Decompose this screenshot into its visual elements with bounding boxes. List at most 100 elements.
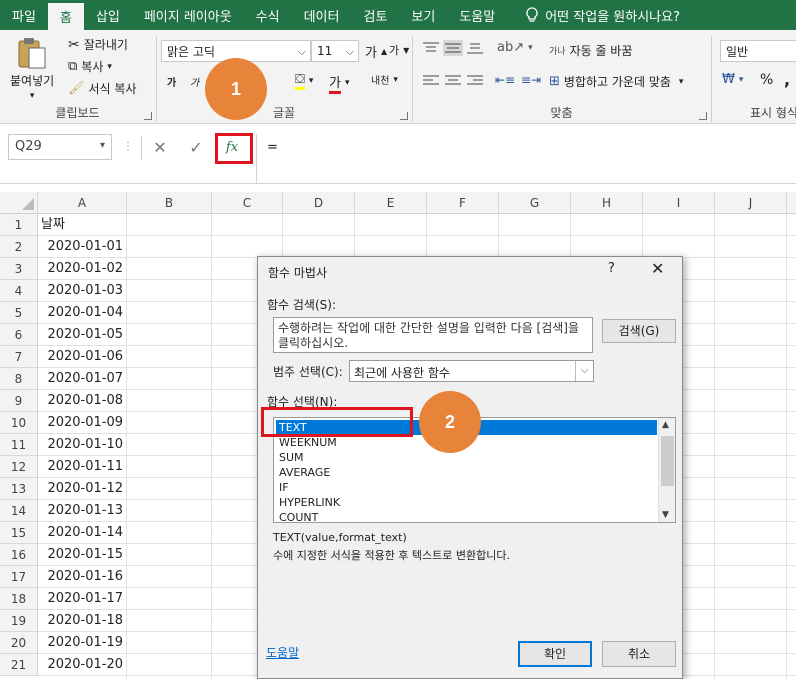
fill-color-button[interactable]: ⛋ ▾	[295, 72, 313, 90]
date-cell[interactable]: 2020-01-06	[38, 346, 126, 368]
column-header-j[interactable]: J	[715, 192, 787, 214]
formula-input[interactable]: =	[256, 134, 796, 184]
row-header[interactable]: 14	[0, 500, 38, 522]
font-color-button[interactable]: 가 ▾	[329, 72, 350, 94]
cut-button[interactable]: ✂ 잘라내기	[68, 36, 128, 53]
row-header[interactable]: 18	[0, 588, 38, 610]
date-cell[interactable]: 2020-01-07	[38, 368, 126, 390]
function-item-weeknum[interactable]: WEEKNUM	[279, 435, 337, 450]
clipboard-launcher-icon[interactable]	[144, 112, 152, 120]
date-cell[interactable]: 2020-01-19	[38, 632, 126, 654]
accounting-format-button[interactable]: ₩ ▾	[722, 72, 743, 87]
tab-formulas[interactable]: 수식	[244, 0, 292, 30]
tab-file[interactable]: 파일	[0, 0, 48, 30]
merge-center-button[interactable]: ⊞ 병합하고 가운데 맞춤 ▾	[549, 73, 683, 90]
tab-review[interactable]: 검토	[351, 0, 399, 30]
paste-dropdown-icon[interactable]: ▾	[30, 91, 35, 101]
tab-help[interactable]: 도움말	[447, 0, 507, 30]
align-center-icon[interactable]	[445, 75, 461, 87]
name-box[interactable]: Q29 ▾	[8, 134, 112, 160]
increase-font-button[interactable]: 가 ▲	[365, 42, 387, 61]
percent-button[interactable]: %	[760, 72, 773, 88]
decrease-font-button[interactable]: 가 ▼	[389, 42, 409, 58]
date-cell[interactable]: 2020-01-10	[38, 434, 126, 456]
function-item-average[interactable]: AVERAGE	[279, 465, 330, 480]
date-cell[interactable]: 2020-01-16	[38, 566, 126, 588]
category-select[interactable]: 최근에 사용한 함수 ⌵	[349, 360, 594, 382]
tab-view[interactable]: 보기	[399, 0, 447, 30]
row-header[interactable]: 1	[0, 214, 38, 236]
function-item-count[interactable]: COUNT	[279, 510, 318, 522]
row-header[interactable]: 9	[0, 390, 38, 412]
column-header-k[interactable]	[787, 192, 796, 214]
paste-button[interactable]: 붙여넣기 ▾	[10, 36, 54, 101]
date-cell[interactable]: 2020-01-12	[38, 478, 126, 500]
tab-insert[interactable]: 삽입	[84, 0, 132, 30]
column-header-d[interactable]: D	[283, 192, 355, 214]
copy-dropdown-icon[interactable]: ▾	[107, 62, 112, 72]
date-cell[interactable]: 2020-01-03	[38, 280, 126, 302]
date-cell[interactable]: 2020-01-18	[38, 610, 126, 632]
function-search-input[interactable]: 수행하려는 작업에 대한 간단한 설명을 입력한 다음 [검색]을 클릭하십시오…	[273, 317, 593, 353]
alignment-launcher-icon[interactable]	[699, 112, 707, 120]
row-header[interactable]: 19	[0, 610, 38, 632]
date-cell[interactable]: 2020-01-05	[38, 324, 126, 346]
wrap-text-button[interactable]: 가나 자동 줄 바꿈	[549, 42, 632, 59]
column-header-f[interactable]: F	[427, 192, 499, 214]
chevron-down-icon[interactable]: ▼	[662, 510, 669, 520]
phonetic-button[interactable]: 내천 ▾	[371, 72, 398, 88]
date-cell[interactable]: 2020-01-11	[38, 456, 126, 478]
function-item-sum[interactable]: SUM	[279, 450, 304, 465]
column-header-c[interactable]: C	[212, 192, 283, 214]
row-header[interactable]: 15	[0, 522, 38, 544]
close-icon[interactable]: ✕	[651, 259, 664, 278]
date-cell[interactable]: 2020-01-04	[38, 302, 126, 324]
row-header[interactable]: 4	[0, 280, 38, 302]
help-link[interactable]: 도움말	[266, 644, 299, 661]
italic-button[interactable]: 가	[190, 74, 199, 89]
date-cell[interactable]: 2020-01-02	[38, 258, 126, 280]
font-size-select[interactable]: 11 ⌵	[311, 40, 359, 62]
ok-button[interactable]: 확인	[518, 641, 592, 667]
column-header-e[interactable]: E	[355, 192, 427, 214]
header-cell[interactable]: 날짜	[38, 214, 126, 236]
format-painter-button[interactable]: 🖌 서식 복사	[68, 80, 137, 97]
select-all-corner[interactable]	[0, 192, 38, 214]
row-header[interactable]: 13	[0, 478, 38, 500]
tab-page-layout[interactable]: 페이지 레이아웃	[132, 0, 244, 30]
row-header[interactable]: 21	[0, 654, 38, 676]
align-bottom-icon[interactable]	[467, 42, 483, 54]
column-header-b[interactable]: B	[127, 192, 212, 214]
copy-button[interactable]: ⧉ 복사 ▾	[68, 58, 112, 75]
tab-data[interactable]: 데이터	[292, 0, 352, 30]
row-header[interactable]: 20	[0, 632, 38, 654]
align-top-icon[interactable]	[423, 42, 439, 54]
date-cell[interactable]: 2020-01-14	[38, 522, 126, 544]
chevron-up-icon[interactable]: ▲	[662, 420, 669, 430]
column-header-a[interactable]: A	[38, 192, 127, 214]
date-cell[interactable]: 2020-01-09	[38, 412, 126, 434]
font-launcher-icon[interactable]	[400, 112, 408, 120]
row-header[interactable]: 3	[0, 258, 38, 280]
tab-home[interactable]: 홈	[47, 3, 84, 30]
column-header-g[interactable]: G	[499, 192, 571, 214]
confirm-entry-button[interactable]: ✓	[182, 134, 210, 160]
row-header[interactable]: 11	[0, 434, 38, 456]
bold-button[interactable]: 가	[167, 74, 176, 89]
increase-indent-button[interactable]: ≡⇥	[521, 73, 541, 87]
align-right-icon[interactable]	[467, 75, 483, 87]
function-item-hyperlink[interactable]: HYPERLINK	[279, 495, 340, 510]
row-header[interactable]: 6	[0, 324, 38, 346]
column-header-h[interactable]: H	[571, 192, 643, 214]
function-list-scrollbar[interactable]: ▲ ▼	[658, 418, 675, 522]
tell-me-search[interactable]: 어떤 작업을 원하시나요?	[513, 0, 684, 30]
row-header[interactable]: 2	[0, 236, 38, 258]
date-cell[interactable]: 2020-01-08	[38, 390, 126, 412]
function-item-if[interactable]: IF	[279, 480, 289, 495]
row-header[interactable]: 17	[0, 566, 38, 588]
align-left-icon[interactable]	[423, 75, 439, 87]
date-cell[interactable]: 2020-01-17	[38, 588, 126, 610]
row-header[interactable]: 5	[0, 302, 38, 324]
orientation-button[interactable]: ab↗ ▾	[497, 40, 533, 55]
row-header[interactable]: 10	[0, 412, 38, 434]
